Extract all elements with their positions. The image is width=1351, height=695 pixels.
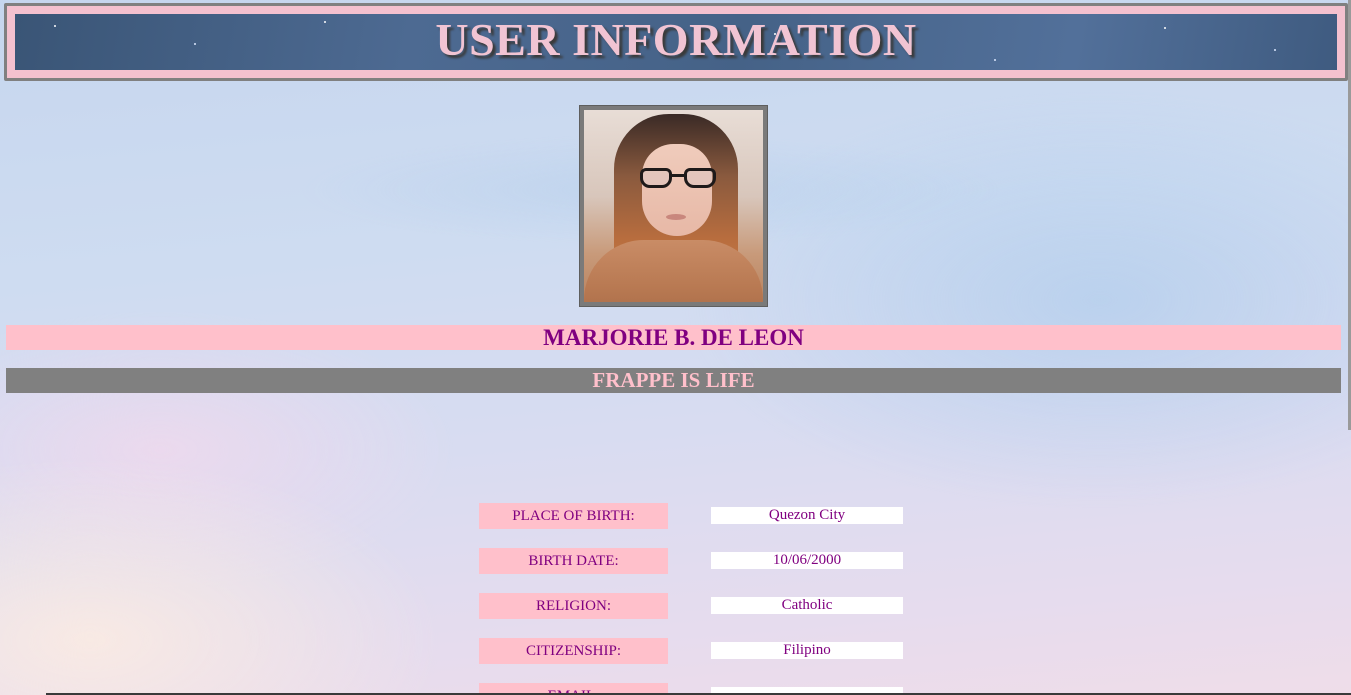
user-name: MARJORIE B. DE LEON <box>543 325 804 350</box>
birth-date-value: 10/06/2000 <box>711 552 903 569</box>
motto-bar: FRAPPE IS LIFE <box>6 368 1341 393</box>
page-header: USER INFORMATION <box>4 3 1348 81</box>
user-motto: FRAPPE IS LIFE <box>592 368 755 392</box>
header-banner: USER INFORMATION <box>15 14 1337 70</box>
page-title: USER INFORMATION <box>435 14 917 65</box>
name-bar: MARJORIE B. DE LEON <box>6 325 1341 350</box>
birth-date-label: BIRTH DATE: <box>479 548 668 574</box>
religion-label: RELIGION: <box>479 593 668 619</box>
religion-value: Catholic <box>711 597 903 614</box>
place-of-birth-value: Quezon City <box>711 507 903 524</box>
photo-face <box>642 144 712 236</box>
photo-lips <box>666 214 686 220</box>
photo-shirt <box>584 240 763 302</box>
profile-photo-frame <box>579 105 768 307</box>
place-of-birth-label: PLACE OF BIRTH: <box>479 503 668 529</box>
citizenship-value: Filipino <box>711 642 903 659</box>
photo-glasses <box>640 168 718 190</box>
citizenship-label: CITIZENSHIP: <box>479 638 668 664</box>
profile-photo <box>584 110 763 302</box>
